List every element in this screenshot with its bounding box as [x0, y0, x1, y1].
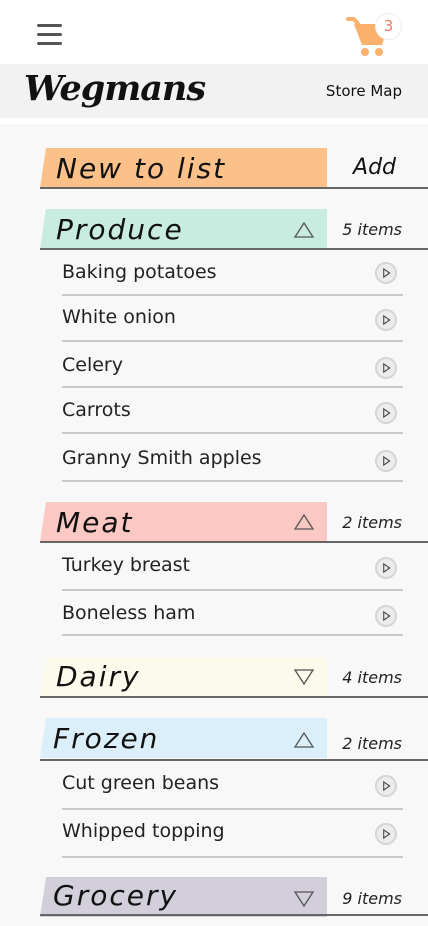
- item-divider: [62, 480, 403, 482]
- list-item[interactable]: Carrots: [62, 399, 131, 421]
- section-line: [40, 248, 428, 250]
- section-line: [40, 759, 428, 761]
- item-divider: [62, 386, 403, 388]
- category-title-meat: Meat: [56, 506, 134, 539]
- new-to-list-title: New to list: [56, 152, 227, 185]
- item-count-dairy: 4 items: [342, 668, 402, 687]
- section-line: [40, 187, 428, 189]
- divider: [0, 118, 428, 124]
- list-item[interactable]: White onion: [62, 306, 176, 328]
- item-divider: [62, 340, 403, 342]
- play-icon[interactable]: [375, 823, 397, 845]
- play-icon[interactable]: [375, 450, 397, 472]
- play-icon[interactable]: [375, 357, 397, 379]
- item-count-frozen: 2 items: [342, 734, 402, 753]
- collapse-triangle-icon[interactable]: [293, 731, 315, 749]
- item-divider: [62, 634, 403, 636]
- section-line: [40, 541, 428, 543]
- shopping-cart-button[interactable]: 3: [346, 12, 404, 60]
- cart-count-badge: 3: [375, 13, 402, 40]
- list-item[interactable]: Granny Smith apples: [62, 447, 262, 469]
- list-item[interactable]: Turkey breast: [62, 554, 190, 576]
- expand-triangle-icon[interactable]: [293, 668, 315, 686]
- wegmans-logo: Wegmans: [24, 68, 206, 109]
- play-icon[interactable]: [375, 262, 397, 284]
- collapse-triangle-icon[interactable]: [293, 221, 315, 239]
- list-item[interactable]: Boneless ham: [62, 602, 195, 624]
- category-title-produce: Produce: [56, 213, 184, 246]
- list-item[interactable]: Whipped topping: [62, 820, 225, 842]
- item-divider: [62, 808, 403, 810]
- category-title-dairy: Dairy: [56, 660, 141, 693]
- play-icon[interactable]: [375, 775, 397, 797]
- list-item[interactable]: Cut green beans: [62, 772, 219, 794]
- play-icon[interactable]: [375, 557, 397, 579]
- store-map-link[interactable]: Store Map: [326, 82, 402, 100]
- play-icon[interactable]: [375, 309, 397, 331]
- play-icon[interactable]: [375, 402, 397, 424]
- item-count-meat: 2 items: [342, 513, 402, 532]
- section-line: [40, 914, 428, 916]
- add-item-button[interactable]: Add: [353, 155, 396, 180]
- item-divider: [62, 294, 403, 296]
- play-icon[interactable]: [375, 605, 397, 627]
- list-item[interactable]: Baking potatoes: [62, 261, 217, 283]
- category-title-frozen: Frozen: [53, 722, 160, 755]
- list-item[interactable]: Celery: [62, 354, 123, 376]
- category-title-grocery: Grocery: [53, 879, 179, 912]
- item-divider: [62, 432, 403, 434]
- collapse-triangle-icon[interactable]: [293, 513, 315, 531]
- item-count-grocery: 9 items: [342, 889, 402, 908]
- section-line: [40, 696, 428, 698]
- expand-triangle-icon[interactable]: [293, 890, 315, 908]
- item-divider: [62, 589, 403, 591]
- item-divider: [62, 856, 403, 858]
- hamburger-menu-icon[interactable]: [37, 24, 62, 46]
- item-count-produce: 5 items: [342, 220, 402, 239]
